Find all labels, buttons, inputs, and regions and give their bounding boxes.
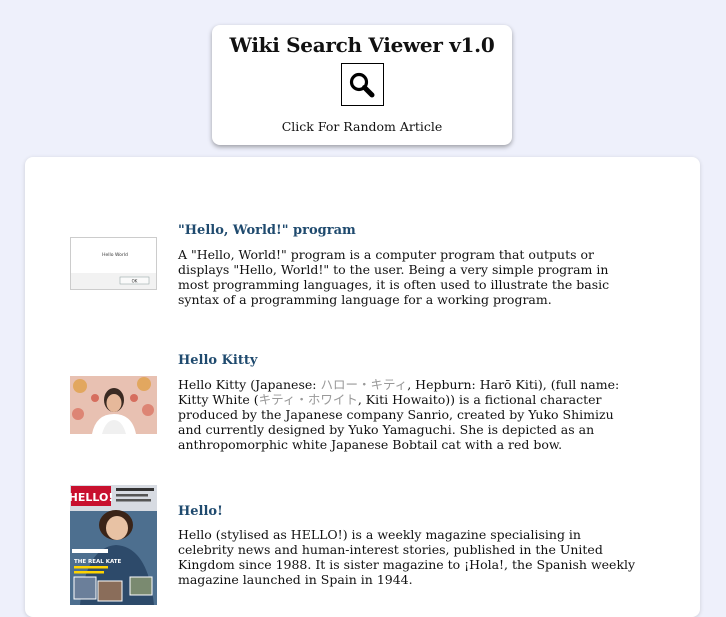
- hello-world-dialog-image: Hello World OK: [71, 238, 156, 289]
- search-button[interactable]: [340, 63, 384, 106]
- thumb-ok-text: OK: [132, 279, 138, 284]
- hello-magazine-cover: HELLO! THE REAL KATE: [70, 485, 157, 605]
- result-title[interactable]: Hello Kitty: [178, 353, 257, 369]
- app-title: Wiki Search Viewer v1.0: [229, 33, 495, 57]
- result-title[interactable]: Hello!: [178, 504, 223, 520]
- results-panel: Hello World OK "Hello, World!" program A…: [25, 157, 700, 617]
- random-article-link[interactable]: Click For Random Article: [212, 119, 512, 135]
- hello-kitty-photo: [70, 376, 157, 434]
- result-thumbnail[interactable]: HELLO! THE REAL KATE: [70, 485, 157, 605]
- search-icon: [349, 72, 375, 97]
- result-title[interactable]: "Hello, World!" program: [178, 223, 356, 239]
- result-extract: Hello Kitty (Japanese: ハロー・キティ, Hepburn:…: [178, 377, 620, 452]
- magazine-logo: HELLO!: [70, 491, 113, 504]
- result-extract: Hello (stylised as HELLO!) is a weekly m…: [178, 527, 636, 587]
- thumb-dialog-text: Hello World: [102, 252, 128, 258]
- result-extract: A "Hello, World!" program is a computer …: [178, 247, 610, 307]
- result-thumbnail[interactable]: [70, 376, 157, 434]
- magazine-headline: THE REAL KATE: [74, 559, 122, 565]
- result-thumbnail[interactable]: Hello World OK: [70, 237, 157, 290]
- header-card: Wiki Search Viewer v1.0 Click For Random…: [212, 25, 512, 145]
